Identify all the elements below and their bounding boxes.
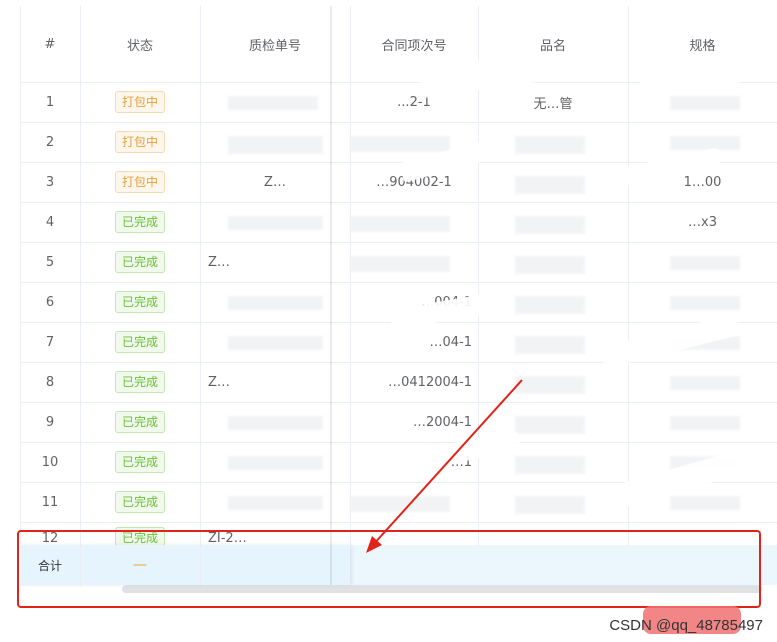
watermark-text: CSDN @qq_48785497 [609, 617, 763, 634]
annotation-arrow [366, 379, 523, 553]
